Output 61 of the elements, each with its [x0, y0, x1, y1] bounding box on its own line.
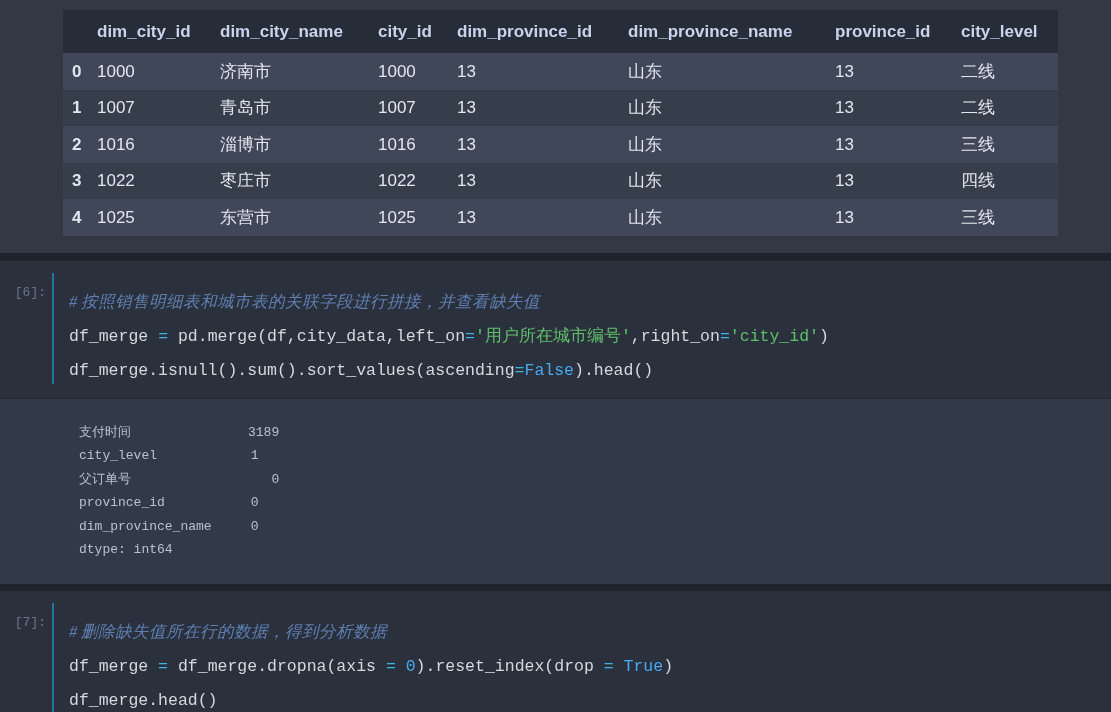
- output-line: city_level 1: [79, 447, 259, 466]
- table-cell: 二线: [961, 61, 995, 81]
- table-cell: 13: [835, 98, 854, 117]
- table-cell: 13: [457, 98, 476, 117]
- column-header: dim_city_name: [220, 21, 343, 41]
- table-cell: 三线: [961, 207, 995, 227]
- table-cell: 13: [457, 134, 476, 154]
- code-comment: # 按照销售明细表和城市表的关联字段进行拼接，并查看缺失值: [69, 290, 542, 313]
- table-cell: 1000: [97, 61, 135, 81]
- table-cell: 13: [457, 171, 476, 190]
- cell-prompt: [7]:: [14, 614, 46, 633]
- column-header: city_id: [378, 21, 432, 41]
- column-header: province_id: [835, 21, 931, 41]
- output-line: 父订单号 0: [79, 470, 280, 489]
- output-line: dim_province_name 0: [79, 517, 259, 536]
- table-cell: 四线: [961, 171, 995, 190]
- table-cell: 1022: [378, 171, 416, 190]
- table-cell: 东营市: [220, 207, 271, 227]
- row-index: 2: [72, 134, 82, 154]
- output-line: province_id 0: [79, 494, 259, 513]
- table-cell: 青岛市: [220, 98, 271, 117]
- row-index: 4: [72, 207, 82, 227]
- table-cell: 1000: [378, 61, 416, 81]
- table-cell: 淄博市: [220, 134, 271, 154]
- table-cell: 山东: [628, 207, 662, 227]
- row-index: 3: [72, 171, 82, 190]
- table-cell: 1022: [97, 171, 135, 190]
- table-cell: 1016: [97, 134, 135, 154]
- code-comment: # 删除缺失值所在行的数据，得到分析数据: [69, 621, 389, 644]
- code-line: df_merge.head(): [69, 690, 219, 712]
- output-line: 支付时间 3189: [79, 423, 280, 442]
- table-cell: 13: [457, 61, 476, 81]
- table-cell: 山东: [628, 61, 662, 81]
- table-cell: 枣庄市: [220, 171, 271, 190]
- table-cell: 济南市: [220, 61, 271, 81]
- code-line: df_merge = pd.merge(df,city_data,left_on='用户所在城市编号',right_on='city_id'): [69, 325, 829, 348]
- table-cell: 山东: [628, 134, 662, 154]
- column-header: dim_province_name: [628, 21, 793, 41]
- row-index: 1: [72, 98, 82, 117]
- table-cell: 13: [835, 134, 854, 154]
- table-cell: 13: [835, 171, 854, 190]
- table-cell: 13: [457, 207, 476, 227]
- table-cell: 二线: [961, 98, 995, 117]
- table-cell: 山东: [628, 171, 662, 190]
- table-cell: 1007: [378, 98, 416, 117]
- table-cell: 13: [835, 61, 854, 81]
- column-header: dim_city_id: [97, 21, 191, 41]
- code-line: df_merge = df_merge.dropna(axis = 0).reset_index(drop = True): [69, 656, 674, 679]
- table-cell: 13: [835, 207, 854, 227]
- table-cell: 三线: [961, 134, 995, 154]
- table-cell: 1007: [97, 98, 135, 117]
- cell-prompt: [6]:: [14, 283, 46, 302]
- column-header: city_level: [961, 21, 1038, 41]
- row-index: 0: [72, 61, 82, 81]
- column-header: dim_province_id: [457, 21, 593, 41]
- code-line: df_merge.isnull().sum().sort_values(ascending=False).head(): [69, 359, 655, 382]
- table-cell: 1016: [378, 134, 416, 154]
- table-cell: 山东: [628, 98, 662, 117]
- output-line: dtype: int64: [79, 541, 173, 560]
- table-cell: 1025: [378, 207, 416, 227]
- table-cell: 1025: [97, 207, 135, 227]
